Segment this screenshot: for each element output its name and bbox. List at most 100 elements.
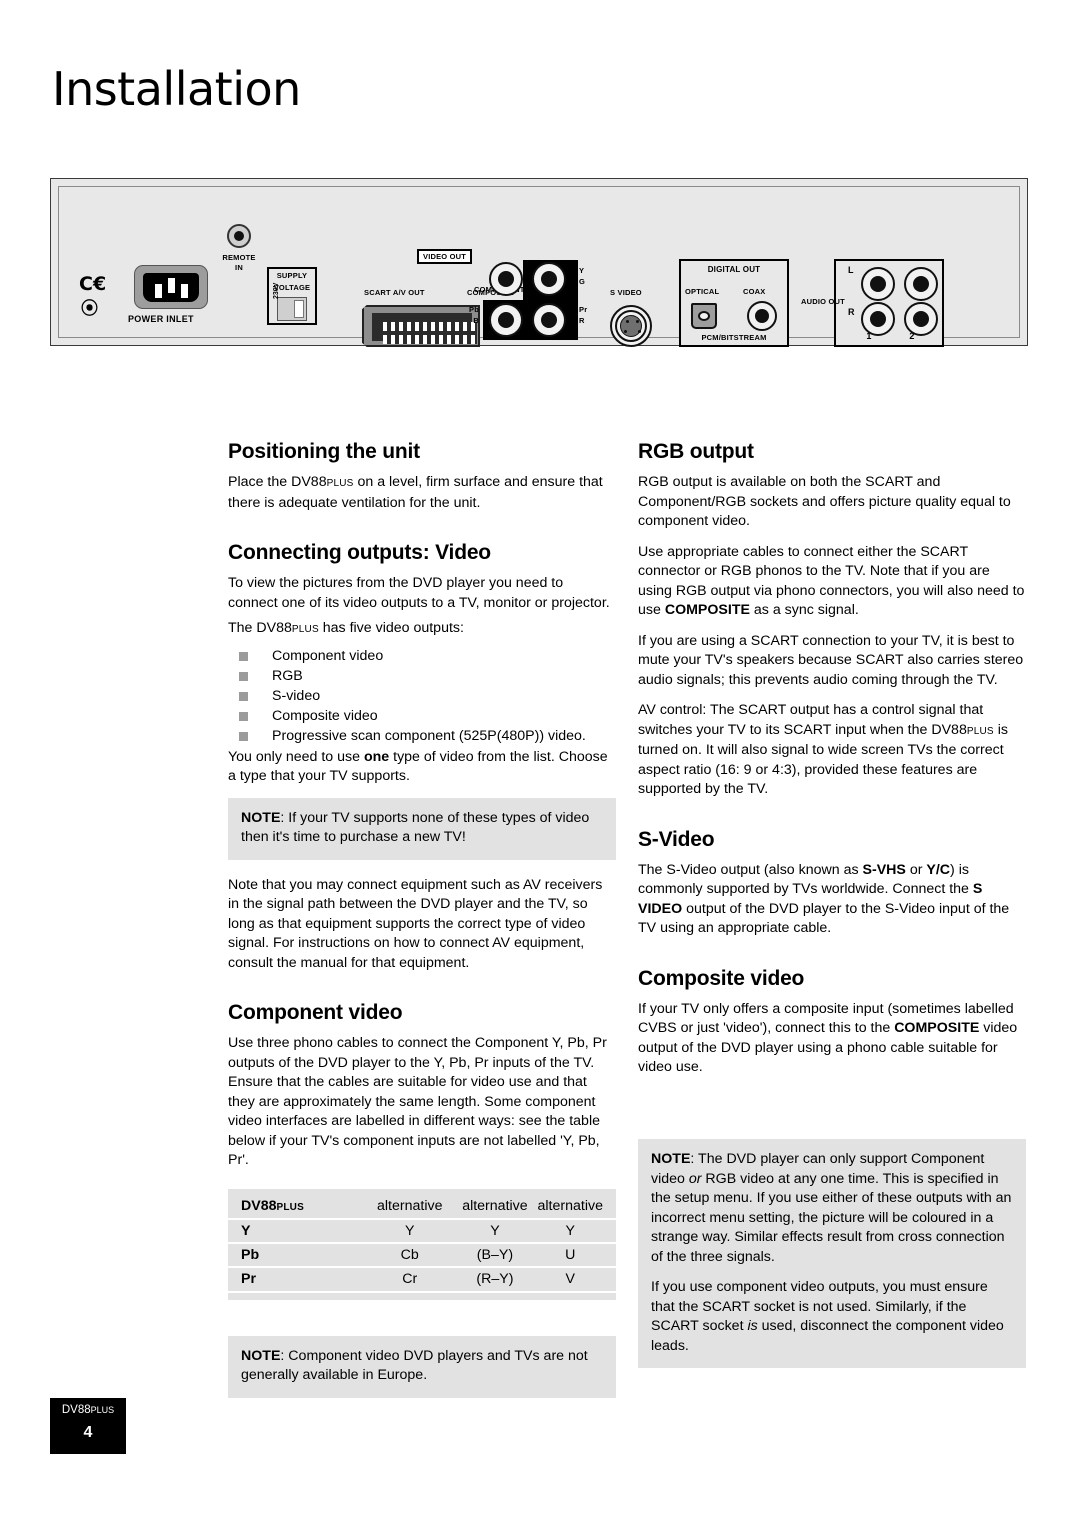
audio-out-1-label: 1 [866,331,872,341]
text-run: The DV88 [228,620,292,636]
component-b-label: B [473,316,479,325]
note-label: NOTE [241,1347,281,1364]
note-text: NOTE: Component video DVD players and TV… [241,1347,603,1386]
audio-out-2-left-jack-icon [904,267,938,301]
text-run: or [905,861,927,878]
component-pbb-labels: Pb B [457,304,479,326]
table-header-alt1: alternative [377,1197,443,1214]
heading-s-video: S-Video [638,827,715,851]
text-run: Place the DV88 [228,474,327,490]
s-video-label: S VIDEO [610,288,642,297]
table-header-model: DV88PLUS [228,1189,367,1219]
table-cell: Pb [228,1241,368,1267]
list-item-label: RGB [272,667,303,684]
component-pb-label: Pb [469,305,479,314]
model-suffix: PLUS [276,1201,304,1213]
audio-left-label: L [848,265,854,275]
video-out-label: VIDEO OUT [417,249,473,264]
text-run: DV88 [61,1404,91,1416]
left-column: Positioning the unit Place the DV88PLUS … [228,440,616,1414]
paragraph-rgb-availability: RGB output is available on both the SCAR… [638,474,1011,529]
heading-component-video: Component video [228,1001,403,1024]
list-item-label: Component video [272,647,384,664]
text-run: : Component video DVD players and TVs ar… [241,1347,588,1384]
note-label: NOTE [651,1151,691,1167]
supply-voltage-label-line1: SUPPLY [276,271,308,280]
table-cell: Cr [367,1265,453,1293]
table-header-alt2: alternative [462,1197,528,1214]
table-cell: Y [452,1217,538,1243]
supply-voltage-switch-icon[interactable] [277,297,307,321]
component-g-label: G [579,277,586,286]
emphasis-or: or [688,1170,702,1187]
s-video-pin [636,320,639,323]
rear-panel-inner-border: C€ ⦿ POWER INLET REMOTE IN SUPPLY VOLTAG… [58,186,1020,347]
right-column: RGB output RGB output is available on bo… [638,440,1026,1368]
text-run: : If your TV supports none of these type… [241,809,590,846]
emphasis-composite: COMPOSITE [664,602,750,618]
component-pr-label: Pr [579,305,588,314]
audio-out-label: AUDIO OUT [801,297,845,306]
model-suffix: PLUS [326,478,354,489]
list-item-label: Progressive scan component (525P(480P)) … [272,727,586,744]
optical-toslink-socket-icon [691,303,717,329]
remote-in-label-line2: IN [235,263,243,272]
audio-out-2-label: 2 [909,331,915,341]
list-item: S-video [228,686,616,706]
paragraph-connecting-intro: To view the pictures from the DVD player… [228,575,610,611]
bullet-square-icon [239,651,248,661]
footer-page-number: 4 [83,1424,93,1441]
emphasis-is: is [747,1318,758,1334]
table-cell: (R–Y) [452,1265,538,1293]
power-inlet-pin [168,278,175,293]
power-inlet-pin [155,284,162,298]
model-suffix: PLUS [291,624,319,635]
table-row: Pr Cr (R–Y) V [228,1265,616,1293]
note-text: If you use component video outputs, you … [651,1278,1013,1356]
pcm-bitstream-label: PCM/BITSTREAM [701,333,767,342]
heading-connecting-outputs-video: Connecting outputs: Video [228,541,491,564]
video-outputs-list: Component video RGB S-video Composite vi… [228,646,616,746]
heading-positioning-the-unit: Positioning the unit [228,440,420,463]
text-run: RGB video at any one time. This is speci… [651,1170,1012,1265]
note-label: NOTE [241,809,281,826]
s-video-socket-icon [610,305,652,347]
paragraph-rgb-cables: Use appropriate cables to connect either… [638,543,1026,621]
text-run: DV88 [241,1197,277,1214]
table-cell: U [537,1241,616,1267]
remote-in-label: REMOTE IN [214,253,264,273]
optical-label: OPTICAL [685,287,720,296]
emphasis-composite: COMPOSITE [894,1020,980,1036]
rear-panel-diagram: C€ ⦿ POWER INLET REMOTE IN SUPPLY VOLTAG… [50,178,1028,347]
paragraph-choose-one-type: You only need to use one type of video f… [228,748,616,787]
bullet-square-icon [239,731,248,741]
power-inlet-socket-icon [134,265,208,309]
text-run: output of the DVD player to the S-Video … [638,900,1010,937]
text-run: as a sync signal. [749,602,859,618]
table-header-alt3: alternative [537,1197,603,1214]
paragraph-s-video: The S-Video output (also known as S-VHS … [638,861,1026,939]
c-tick-mark-icon: ⦿ [81,299,98,319]
remote-in-label-line1: REMOTE [222,253,256,262]
coax-label: COAX [743,287,766,296]
remote-in-jack-icon [227,224,251,248]
component-y-label: Y [579,266,585,275]
table-cell: (B–Y) [452,1241,538,1267]
bullet-square-icon [239,671,248,681]
text-run: AV control: The SCART output has a contr… [638,702,984,738]
footer-model: DV88PLUS [50,1404,126,1416]
table-cell: V [537,1265,616,1293]
table-header-row: DV88PLUS alternative alternative alterna… [228,1189,616,1219]
list-item-label: S-video [272,687,321,704]
paragraph-composite-video: If your TV only offers a composite input… [638,1000,1026,1078]
supply-voltage-value: 230V [273,282,280,299]
model-suffix: PLUS [966,725,994,737]
bullet-square-icon [239,691,248,701]
list-item: RGB [228,666,616,686]
audio-right-label: R [848,307,855,317]
component-pb-rca-jack-icon [489,303,523,337]
scart-label: SCART A/V OUT [364,288,425,297]
text-run: The S-Video output (also known as [638,861,863,878]
table-cell: Y [537,1217,616,1243]
component-r-label: R [579,316,585,325]
